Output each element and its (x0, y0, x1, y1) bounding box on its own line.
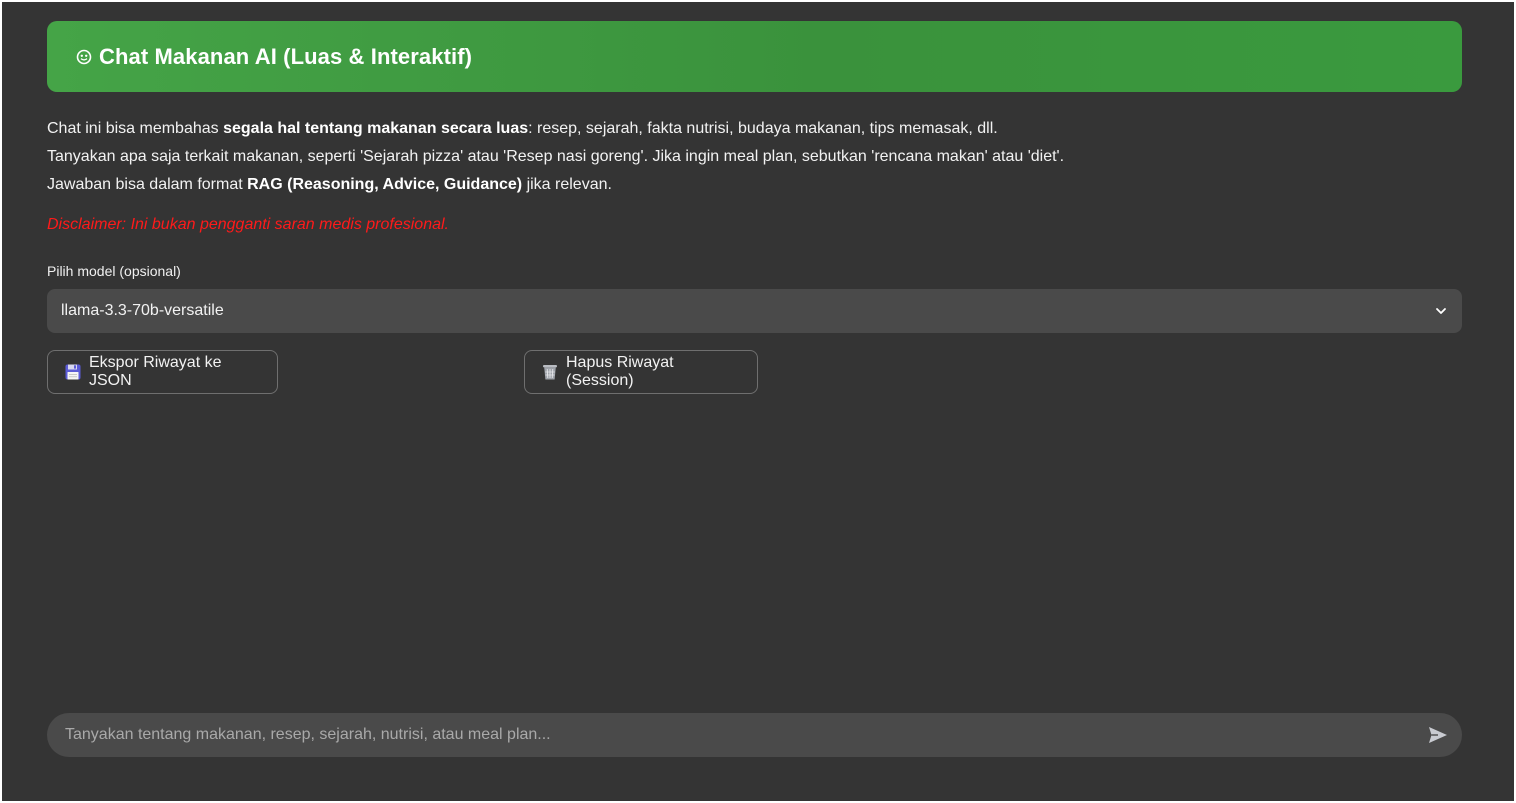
disclaimer-text: Disclaimer: Ini bukan pengganti saran me… (47, 216, 449, 233)
trash-bin-icon (541, 363, 559, 381)
export-history-label: Ekspor Riwayat ke JSON (89, 354, 222, 389)
description-line-1: Chat ini bisa membahas segala hal tentan… (47, 120, 998, 137)
send-icon[interactable] (1426, 723, 1450, 747)
chat-input[interactable] (65, 726, 1426, 744)
floppy-disk-icon (64, 363, 82, 381)
app-container: Chat Makanan AI (Luas & Interaktif) Chat… (2, 2, 1514, 801)
model-select-label: Pilih model (opsional) (47, 263, 181, 279)
chat-input-bar (47, 713, 1462, 757)
model-select[interactable]: llama-3.3-70b-versatile (47, 289, 1462, 333)
description-line-2: Tanyakan apa saja terkait makanan, seper… (47, 148, 1065, 165)
clear-history-label: Hapus Riwayat (Session) (566, 354, 674, 389)
face-icon (76, 49, 92, 65)
model-select-value: llama-3.3-70b-versatile (61, 302, 224, 319)
chevron-down-icon (1434, 304, 1448, 318)
page-title: Chat Makanan AI (Luas & Interaktif) (99, 43, 473, 69)
description-line-3: Jawaban bisa dalam format RAG (Reasoning… (47, 176, 612, 193)
clear-history-button[interactable]: Hapus Riwayat (Session) (524, 350, 758, 394)
page-header: Chat Makanan AI (Luas & Interaktif) (47, 21, 1462, 92)
description: Chat ini bisa membahas segala hal tentan… (47, 115, 1462, 199)
export-history-button[interactable]: Ekspor Riwayat ke JSON (47, 350, 278, 394)
